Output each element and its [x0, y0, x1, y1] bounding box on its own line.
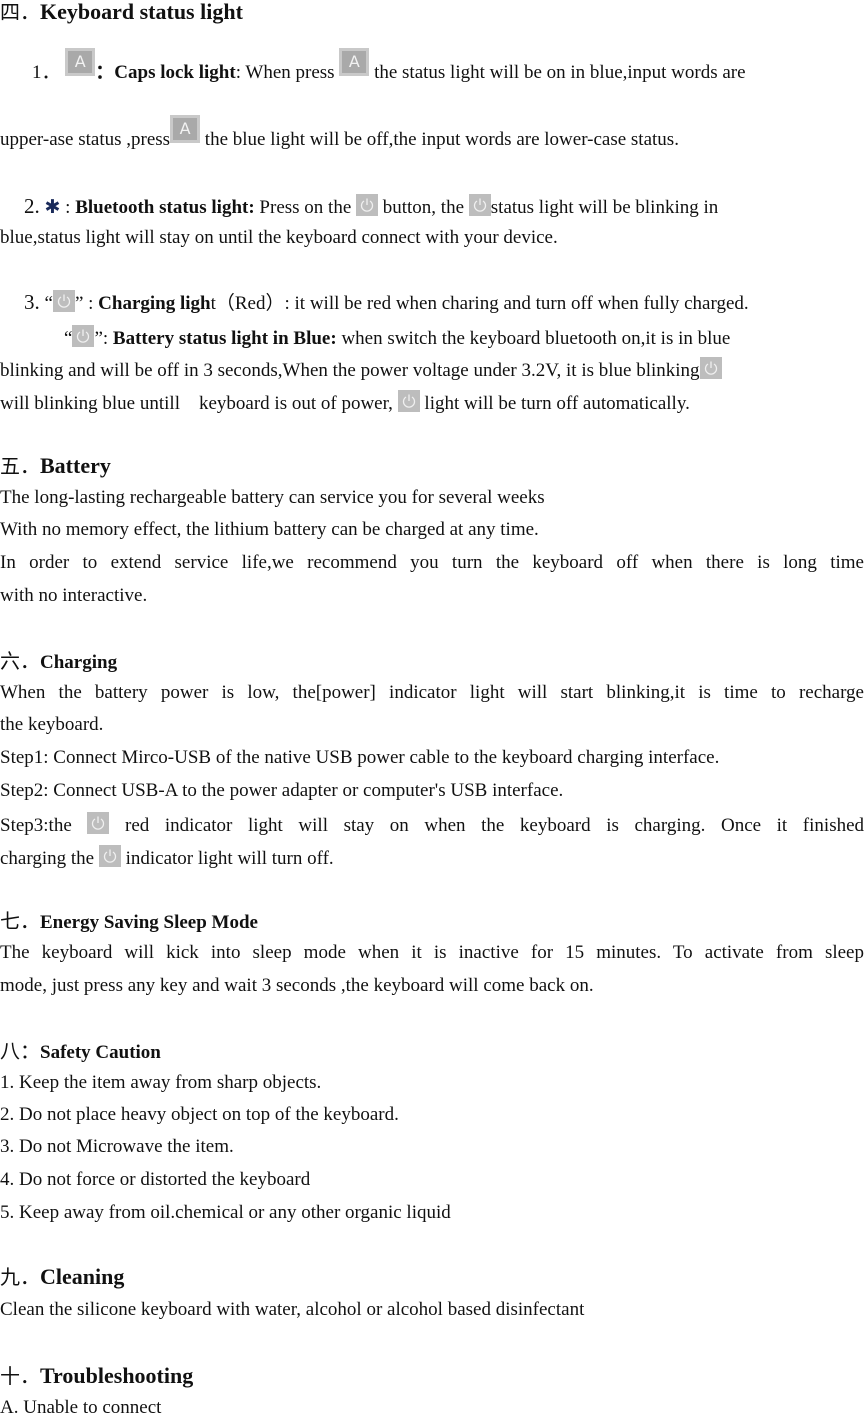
- bluetooth-label: Bluetooth status light:: [75, 197, 255, 218]
- paragraph-line: Step2: Connect USB-A to the power adapte…: [0, 780, 564, 801]
- body-text: light will be turn off automatically.: [424, 393, 690, 414]
- body-text: Press on the: [259, 197, 352, 218]
- power-icon: [468, 194, 491, 216]
- power-icon: [699, 357, 722, 379]
- list-item: 1. Keep the item away from sharp objects…: [0, 1072, 322, 1093]
- icon-glyph: A: [179, 119, 191, 138]
- paragraph-line: A. Unable to connect: [0, 1397, 162, 1418]
- item-number: 1．: [32, 62, 61, 83]
- caps-lock-key-icon: A: [339, 48, 370, 76]
- body-text: button, the: [382, 197, 465, 218]
- quote: “: [44, 293, 53, 314]
- item-number: 2.: [24, 194, 40, 218]
- bluetooth-icon: ✱: [44, 196, 61, 218]
- item-number: 3.: [24, 290, 40, 314]
- power-icon: [87, 812, 110, 834]
- list-item: 5. Keep away from oil.chemical or any ot…: [0, 1202, 451, 1223]
- battery-light-item: “ ”: Battery status light in Blue: when s…: [64, 325, 730, 351]
- caps-lock-label: Caps lock light: [114, 62, 236, 83]
- separator: ：: [95, 62, 115, 83]
- body-text: charging the: [0, 848, 95, 869]
- section-title: Keyboard status light: [40, 0, 243, 24]
- icon-glyph: A: [348, 52, 360, 71]
- paragraph-line: With no memory effect, the lithium batte…: [0, 519, 539, 540]
- step3-line-cont: charging the indicator light will turn o…: [0, 845, 334, 871]
- body-text: Step3:the: [0, 815, 72, 836]
- body-text: blinking and will be off in 3 seconds,Wh…: [0, 360, 700, 381]
- charging-light-item: 3. “ ” : Charging light（Red）: it will be …: [24, 290, 749, 316]
- paragraph-line: mode, just press any key and wait 3 seco…: [0, 975, 594, 996]
- caps-lock-item-cont: upper-ase status ,press A the blue light …: [0, 115, 679, 152]
- section-9-heading: 九．Cleaning: [0, 1265, 124, 1291]
- section-number: 八：: [0, 1039, 40, 1063]
- paragraph-line: The keyboard will kick into sleep mode w…: [0, 942, 864, 963]
- quote: ” :: [74, 293, 99, 314]
- section-title: Safety Caution: [40, 1042, 161, 1063]
- quote: “: [64, 328, 73, 349]
- section-6-heading: 六．Charging: [0, 649, 117, 675]
- paragraph-line: Clean the silicone keyboard with water, …: [0, 1299, 585, 1320]
- paragraph-line: with no interactive.: [0, 585, 148, 606]
- body-text: status light will be blinking in: [490, 197, 719, 218]
- section-5-heading: 五．Battery: [0, 454, 111, 480]
- paragraph-line: Step1: Connect Mirco-USB of the native U…: [0, 747, 720, 768]
- section-8-heading: 八：Safety Caution: [0, 1039, 161, 1065]
- section-title: Troubleshooting: [40, 1363, 194, 1388]
- power-icon: [356, 194, 378, 216]
- body-text: blue,status light will stay on until the…: [0, 227, 558, 248]
- section-7-heading: 七．Energy Saving Sleep Mode: [0, 909, 258, 935]
- section-number: 五．: [0, 454, 40, 478]
- list-item: 3. Do not Microwave the item.: [0, 1136, 234, 1157]
- power-icon: [397, 390, 420, 412]
- body-text: indicator light will turn off.: [125, 848, 334, 869]
- body-text: when switch the keyboard bluetooth on,it…: [341, 328, 731, 349]
- battery-light-item-cont: blinking and will be off in 3 seconds,Wh…: [0, 357, 722, 383]
- body-text: will blinking blue untill keyboard is ou…: [0, 393, 393, 414]
- paragraph-line: the keyboard.: [0, 714, 104, 735]
- list-item: 2. Do not place heavy object on top of t…: [0, 1104, 399, 1125]
- list-item: 4. Do not force or distorted the keyboar…: [0, 1169, 311, 1190]
- body-text: the blue light will be off,the input wor…: [204, 129, 679, 150]
- section-number: 九．: [0, 1265, 40, 1289]
- body-text: upper-ase status ,press: [0, 129, 171, 150]
- body-text: : it will be red when charing and turn o…: [284, 293, 749, 314]
- section-title: Charging: [40, 652, 118, 673]
- bluetooth-item: 2. ✱ : Bluetooth status light: Press on …: [24, 194, 718, 220]
- battery-light-item-cont2: will blinking blue untill keyboard is ou…: [0, 390, 690, 416]
- battery-light-label: Battery status light in Blue:: [112, 328, 337, 349]
- icon-glyph: A: [74, 52, 86, 71]
- separator: :: [60, 197, 76, 218]
- caps-lock-key-icon: A: [65, 48, 96, 76]
- bluetooth-item-cont: blue,status light will stay on until the…: [0, 226, 558, 250]
- section-title: Cleaning: [40, 1264, 125, 1289]
- section-10-heading: 十．Troubleshooting: [0, 1364, 193, 1390]
- section-title: Battery: [40, 453, 111, 478]
- section-number: 四．: [0, 0, 40, 24]
- caps-lock-key-icon: A: [170, 115, 201, 143]
- section-number: 六．: [0, 649, 40, 673]
- step3-line: Step3:the red indicator light will stay …: [0, 812, 864, 838]
- quote: ”:: [94, 328, 113, 349]
- paragraph-line: The long-lasting rechargeable battery ca…: [0, 487, 545, 508]
- power-icon: [98, 845, 121, 867]
- caps-lock-item: 1． A ：Caps lock light: When press A the s…: [32, 48, 746, 85]
- charging-light-label-rest: t（Red）: [210, 293, 285, 314]
- section-number: 七．: [0, 909, 40, 933]
- power-icon: [52, 290, 75, 312]
- paragraph-line: In order to extend service life,we recom…: [0, 552, 864, 573]
- charging-light-label: Charging ligh: [98, 293, 211, 314]
- body-text: red indicator light will stay on when th…: [125, 815, 864, 836]
- body-text: the status light will be on in blue,inpu…: [374, 62, 746, 83]
- body-text: : When press: [235, 62, 335, 83]
- section-number: 十．: [0, 1364, 40, 1388]
- paragraph-line: When the battery power is low, the[power…: [0, 682, 864, 703]
- section-4-heading: 四．Keyboard status light: [0, 0, 243, 26]
- section-title: Energy Saving Sleep Mode: [40, 912, 258, 933]
- power-icon: [72, 325, 95, 347]
